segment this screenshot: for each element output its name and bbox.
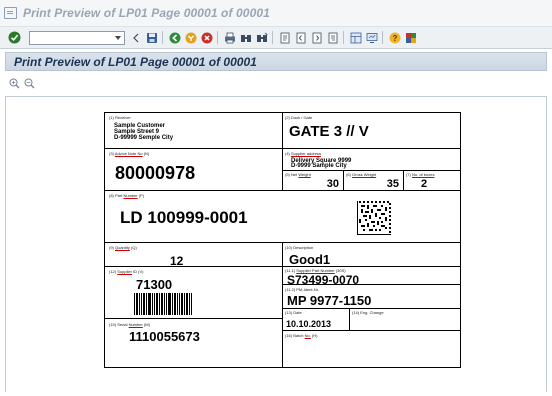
- net-weight-cell: (5) Net Weight 30: [283, 171, 344, 191]
- dock-gate-caption: (2) Dock / Gate: [285, 115, 313, 120]
- cancel-icon[interactable]: [200, 31, 214, 45]
- supplier-id-cell: (12) Supplier ID (V) 71300: [105, 267, 283, 319]
- no-of-boxes-value: 2: [421, 178, 428, 190]
- zoom-toolbar: [9, 78, 35, 89]
- date-caption: (13) Date: [285, 310, 302, 315]
- separator: [272, 31, 273, 44]
- description-caption: (10) Description: [285, 245, 314, 250]
- supplier-id-caption: (12) Supplier ID (V): [109, 269, 144, 274]
- eng-change-caption: (14) Eng. Change: [352, 310, 384, 315]
- description-cell: (10) Description Good1: [283, 243, 460, 267]
- gross-weight-value: 35: [386, 178, 399, 190]
- enter-icon[interactable]: [6, 30, 22, 46]
- svg-text:?: ?: [393, 34, 398, 43]
- back-icon[interactable]: [129, 31, 143, 45]
- window-menu-icon[interactable]: [4, 7, 17, 19]
- date-cell: (13) Date 10.10.2013: [283, 309, 350, 331]
- gross-weight-cell: (6) Gross Weight 35: [344, 171, 404, 191]
- title-bar: Print Preview of LP01 Page 00001 of 0000…: [0, 0, 552, 27]
- dock-gate-cell: (2) Dock / Gate GATE 3 // V: [283, 113, 460, 149]
- next-page-icon[interactable]: [310, 31, 324, 45]
- find-next-icon[interactable]: [255, 31, 269, 45]
- supplier-id-barcode: [134, 293, 192, 315]
- net-weight-value: 30: [326, 178, 339, 190]
- standard-toolbar: ?: [0, 27, 552, 49]
- part-number-cell: (8) Part Number (P) LD 100999-0001: [105, 191, 460, 243]
- no-of-boxes-caption: (7) No. of boxes: [406, 172, 435, 177]
- zoom-out-icon[interactable]: [24, 78, 35, 89]
- supplier-address-line-2: D-9999 Sample City: [291, 163, 347, 169]
- layout-icon[interactable]: [349, 31, 363, 45]
- quantity-cell: (9) Quantity (Q) 12: [105, 243, 283, 268]
- part-number-caption: (8) Part Number (P): [109, 193, 145, 198]
- supplier-part-number-cell: (11.1) Supplier Part Number (30S) S73499…: [283, 267, 460, 287]
- serial-number-caption: (15) Serial Number (M): [109, 322, 150, 327]
- receiver-cell: (1) Receiver Sample Customer Sample Stre…: [105, 113, 283, 149]
- separator: [217, 31, 218, 44]
- panel-title: Print Preview of LP01 Page 00001 of 0000…: [14, 54, 257, 69]
- receiver-caption: (1) Receiver: [109, 115, 131, 120]
- no-of-boxes-cell: (7) No. of boxes 2: [404, 171, 460, 191]
- batch-no-cell: (16) Batch No. (H): [283, 331, 460, 367]
- help-icon[interactable]: ?: [388, 31, 402, 45]
- customize-icon[interactable]: [404, 31, 418, 45]
- quantity-caption: (9) Quantity (Q): [109, 245, 137, 250]
- find-icon[interactable]: [239, 31, 253, 45]
- datamatrix-barcode: [357, 201, 391, 235]
- print-icon[interactable]: [223, 31, 237, 45]
- save-icon[interactable]: [145, 31, 159, 45]
- net-weight-caption: (5) Net Weight: [285, 172, 311, 177]
- gross-weight-caption: (6) Gross Weight: [346, 172, 377, 177]
- advice-note-caption: (3) Advice Note No (N): [109, 151, 150, 156]
- part-number-value: LD 100999-0001: [120, 208, 248, 227]
- separator: [382, 31, 383, 44]
- serial-number-value: 1110055673: [129, 329, 200, 344]
- batch-no-caption: (16) Batch No. (H): [285, 333, 318, 338]
- pm-ident-value: MP 9977-1150: [287, 293, 372, 308]
- dock-gate-value: GATE 3 // V: [289, 123, 369, 140]
- separator: [162, 31, 163, 44]
- advice-note-cell: (3) Advice Note No (N) 80000978: [105, 149, 283, 191]
- description-value: Good1: [289, 252, 331, 267]
- back-nav-icon[interactable]: [168, 31, 182, 45]
- eng-change-cell: (14) Eng. Change: [350, 309, 460, 331]
- first-page-icon[interactable]: [278, 31, 292, 45]
- command-field-dropdown-icon[interactable]: [115, 35, 121, 40]
- supplier-address-caption: (4) Supplier address: [285, 151, 322, 156]
- supplier-address-cell: (4) Supplier address Delivery Square 999…: [283, 149, 460, 171]
- separator: [343, 31, 344, 44]
- pm-ident-cell: (11.2) PM-Ident-Nr. MP 9977-1150: [283, 285, 460, 309]
- date-value: 10.10.2013: [286, 319, 332, 329]
- supplier-id-value: 71300: [136, 277, 173, 292]
- window-title: Print Preview of LP01 Page 00001 of 0000…: [23, 6, 270, 20]
- pm-ident-caption: (11.2) PM-Ident-Nr.: [285, 287, 319, 292]
- prev-page-icon[interactable]: [294, 31, 308, 45]
- zoom-in-icon[interactable]: [9, 78, 20, 89]
- command-field[interactable]: [29, 30, 125, 45]
- quantity-value: 12: [170, 254, 184, 268]
- advice-note-value: 80000978: [115, 163, 196, 183]
- serial-number-cell: (15) Serial Number (M) 1110055673: [105, 319, 283, 367]
- last-page-icon[interactable]: [326, 31, 340, 45]
- panel-header: Print Preview of LP01 Page 00001 of 0000…: [5, 52, 547, 71]
- exit-icon[interactable]: [184, 31, 198, 45]
- monitor-icon[interactable]: [365, 31, 379, 45]
- receiver-line-3: D-99999 Semple City: [114, 135, 174, 141]
- shipping-label: (1) Receiver Sample Customer Sample Stre…: [104, 112, 461, 368]
